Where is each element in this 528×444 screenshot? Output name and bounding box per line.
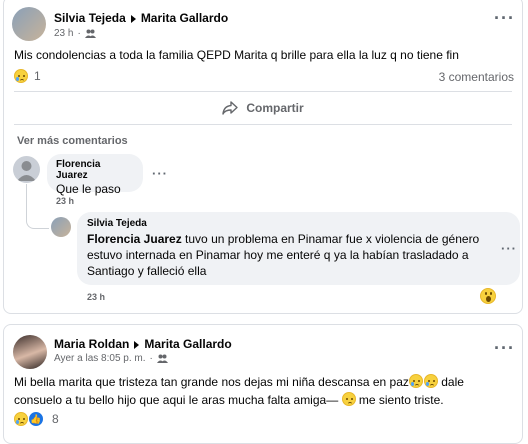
post-target[interactable]: Marita Gallardo — [141, 11, 228, 25]
thread-connector — [26, 210, 49, 229]
comment-options-icon[interactable]: ··· — [152, 167, 168, 180]
arrow-right-icon — [134, 340, 140, 349]
comment-text: Que le paso — [56, 182, 121, 196]
post-author[interactable]: Maria Roldan — [54, 337, 129, 351]
sad-emoji-icon — [341, 392, 356, 406]
post-meta: Ayer a las 8:05 p. m. · — [54, 353, 168, 364]
reply-options-icon[interactable]: ··· — [501, 242, 517, 255]
avatar[interactable] — [12, 7, 46, 41]
share-icon — [222, 101, 239, 115]
post-time[interactable]: Ayer a las 8:05 p. m. — [54, 353, 146, 364]
divider — [14, 91, 512, 92]
reactions-summary[interactable]: 1 — [14, 69, 41, 83]
crying-emoji-icon — [423, 374, 438, 388]
reply-bubble: Silvia Tejeda Florencia Juarez tuvo un p… — [77, 212, 520, 285]
post-author-line: Maria Roldan Marita Gallardo — [54, 337, 232, 351]
reply-time[interactable]: 23 h — [87, 292, 105, 302]
more-options-icon[interactable]: ··· — [494, 339, 515, 357]
post-card: Silvia Tejeda Marita Gallardo 23 h · ··· … — [3, 0, 523, 314]
post-meta: 23 h · — [54, 28, 96, 39]
thread-line — [26, 184, 27, 212]
post-body: Mi bella marita que tristeza tan grande … — [14, 374, 464, 407]
comment-time[interactable]: 23 h — [56, 196, 74, 206]
friends-icon — [84, 29, 96, 38]
post-body: Mis condolencias a toda la familia QEPD … — [14, 48, 459, 62]
reactions-summary[interactable]: 👍 8 — [14, 411, 59, 427]
sad-reaction-icon — [14, 69, 28, 83]
more-options-icon[interactable]: ··· — [494, 9, 515, 27]
comment-bubble: Florencia Juarez Que le paso — [47, 154, 143, 196]
arrow-right-icon — [130, 14, 136, 23]
comments-count[interactable]: 3 comentarios — [439, 70, 514, 84]
avatar[interactable] — [51, 217, 71, 237]
wow-reaction-icon[interactable] — [480, 288, 496, 304]
post-target[interactable]: Marita Gallardo — [144, 337, 231, 351]
avatar[interactable] — [13, 156, 40, 183]
share-label: Compartir — [246, 101, 304, 115]
post-card: Maria Roldan Marita Gallardo Ayer a las 8… — [3, 324, 523, 444]
crying-emoji-icon — [408, 374, 423, 388]
post-author-line: Silvia Tejeda Marita Gallardo — [54, 11, 228, 25]
avatar[interactable] — [13, 335, 47, 369]
reaction-count: 8 — [52, 412, 59, 426]
post-author[interactable]: Silvia Tejeda — [54, 11, 126, 25]
divider — [14, 124, 512, 125]
reply-author[interactable]: Silvia Tejeda — [87, 218, 510, 229]
sad-reaction-icon — [14, 412, 28, 426]
reply-text: Florencia Juarez tuvo un problema en Pin… — [87, 232, 480, 278]
default-avatar-icon — [17, 161, 36, 181]
view-more-comments-link[interactable]: Ver más comentarios — [17, 135, 128, 147]
mention-link[interactable]: Florencia Juarez — [87, 232, 182, 246]
comment-author[interactable]: Florencia Juarez — [56, 159, 134, 181]
reaction-count: 1 — [34, 69, 41, 83]
like-reaction-icon: 👍 — [28, 411, 44, 427]
friends-icon — [156, 354, 168, 363]
share-button[interactable]: Compartir — [4, 101, 522, 115]
post-time[interactable]: 23 h — [54, 28, 73, 39]
